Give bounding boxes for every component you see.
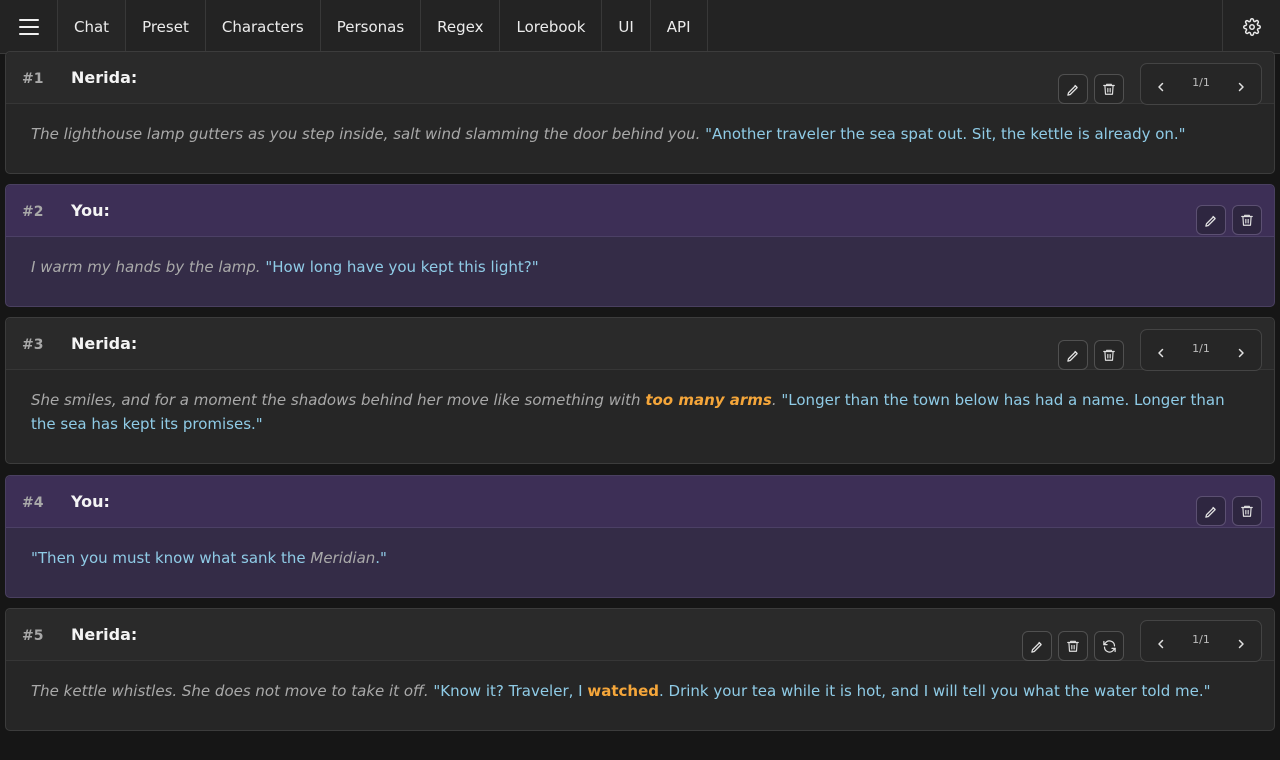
narration-text: . [771, 391, 777, 409]
delete-message-button[interactable] [1232, 496, 1262, 526]
tab-ui[interactable]: UI [602, 0, 651, 53]
message-text: She smiles, and for a moment the shadows… [6, 370, 1274, 436]
swipe-right-button[interactable] [1232, 635, 1250, 653]
message-text: I warm my hands by the lamp. "How long h… [6, 237, 1274, 279]
message-author: Nerida: [71, 625, 138, 644]
pencil-icon [1066, 84, 1078, 96]
edit-message-button[interactable] [1058, 74, 1088, 104]
trash-icon [1241, 505, 1253, 517]
hamburger-icon [18, 18, 39, 35]
delete-message-button[interactable] [1232, 205, 1262, 235]
chevron-right-icon [1238, 639, 1244, 649]
message-author: Nerida: [71, 334, 138, 353]
message-header: #4 You: [6, 476, 1274, 528]
message-number: #3 [22, 337, 44, 353]
trash-icon [1103, 349, 1115, 361]
delete-message-button[interactable] [1094, 74, 1124, 104]
dialogue-text: "Know it? Traveler, I watched. Drink you… [433, 682, 1210, 700]
tab-lorebook[interactable]: Lorebook [500, 0, 603, 53]
dialogue-start: "Know it? Traveler, I [433, 682, 583, 700]
tab-characters[interactable]: Characters [206, 0, 321, 53]
message-header: #5 Nerida: 1/1 [6, 609, 1274, 662]
swipe-controls: 1/1 [1140, 620, 1262, 662]
highlight-text: watched [587, 682, 659, 700]
dialogue-text: "Then you must know what sank the Meridi… [31, 549, 387, 567]
trash-icon [1067, 640, 1079, 652]
message-header: #1 Nerida: 1/1 [6, 52, 1274, 105]
message-text: The lighthouse lamp gutters as you step … [6, 104, 1274, 146]
dialogue-text: "How long have you kept this light?" [265, 258, 539, 276]
settings-button[interactable] [1222, 0, 1280, 53]
nav-tabs: Chat Preset Characters Personas Regex Lo… [58, 0, 708, 54]
emphasis-text: too many arms [645, 391, 772, 409]
edit-message-button[interactable] [1022, 631, 1052, 661]
message-text: "Then you must know what sank the Meridi… [6, 528, 1274, 570]
pencil-icon [1030, 641, 1042, 653]
tab-preset[interactable]: Preset [126, 0, 206, 53]
swipe-controls: 1/1 [1140, 329, 1262, 371]
message-author: You: [71, 492, 110, 511]
swipe-right-button[interactable] [1232, 344, 1250, 362]
delete-message-button[interactable] [1094, 340, 1124, 370]
delete-message-button[interactable] [1058, 631, 1088, 661]
message-number: #2 [22, 204, 44, 220]
message-number: #1 [22, 71, 44, 87]
tab-regex[interactable]: Regex [421, 0, 501, 53]
message-number: #4 [22, 495, 44, 511]
swipe-right-button[interactable] [1232, 78, 1250, 96]
edit-message-button[interactable] [1196, 496, 1226, 526]
regenerate-button[interactable] [1094, 631, 1124, 661]
chevron-right-icon [1238, 82, 1244, 92]
dialogue-end: . Drink your tea while it is hot, and I … [659, 682, 1211, 700]
trash-icon [1103, 83, 1115, 95]
message-header: #3 Nerida: 1/1 [6, 318, 1274, 371]
tab-chat[interactable]: Chat [58, 0, 127, 54]
top-navigation-bar: Chat Preset Characters Personas Regex Lo… [0, 0, 1280, 54]
dialogue-text: "Another traveler the sea spat out. Sit,… [705, 125, 1186, 143]
message-card: #2 You: I warm my hands by the lamp. "Ho… [5, 184, 1275, 307]
chevron-right-icon [1238, 348, 1244, 358]
tab-api[interactable]: API [651, 0, 708, 53]
gear-icon [1242, 17, 1261, 36]
message-number: #5 [22, 628, 44, 644]
message-card: #1 Nerida: 1/1 The lighthouse lamp gutte… [5, 51, 1275, 174]
message-header: #2 You: [6, 185, 1274, 237]
pencil-icon [1066, 350, 1078, 362]
message-card: #4 You: "Then you must know what sank th… [5, 475, 1275, 598]
dialogue-end: ." [375, 549, 387, 567]
pencil-icon [1204, 215, 1216, 227]
narration-text: She smiles, and for a moment the shadows… [31, 391, 641, 409]
italic-word: Meridian [310, 549, 376, 567]
refresh-icon [1102, 639, 1116, 653]
edit-message-button[interactable] [1196, 205, 1226, 235]
message-author: Nerida: [71, 68, 138, 87]
message-author: You: [71, 201, 110, 220]
message-text: The kettle whistles. She does not move t… [6, 661, 1274, 703]
trash-icon [1241, 214, 1253, 226]
message-card: #5 Nerida: 1/1 The kettle whistles. She … [5, 608, 1275, 731]
narration-text: I warm my hands by the lamp. [31, 258, 261, 276]
tab-personas[interactable]: Personas [321, 0, 422, 53]
swipe-controls: 1/1 [1140, 63, 1262, 105]
message-card: #3 Nerida: 1/1 She smiles, and for a mom… [5, 317, 1275, 464]
dialogue-start: "Then you must know what sank the [31, 549, 306, 567]
pencil-icon [1204, 506, 1216, 518]
narration-text: The lighthouse lamp gutters as you step … [31, 125, 701, 143]
menu-button[interactable] [0, 0, 58, 53]
narration-text: The kettle whistles. She does not move t… [31, 682, 429, 700]
edit-message-button[interactable] [1058, 340, 1088, 370]
